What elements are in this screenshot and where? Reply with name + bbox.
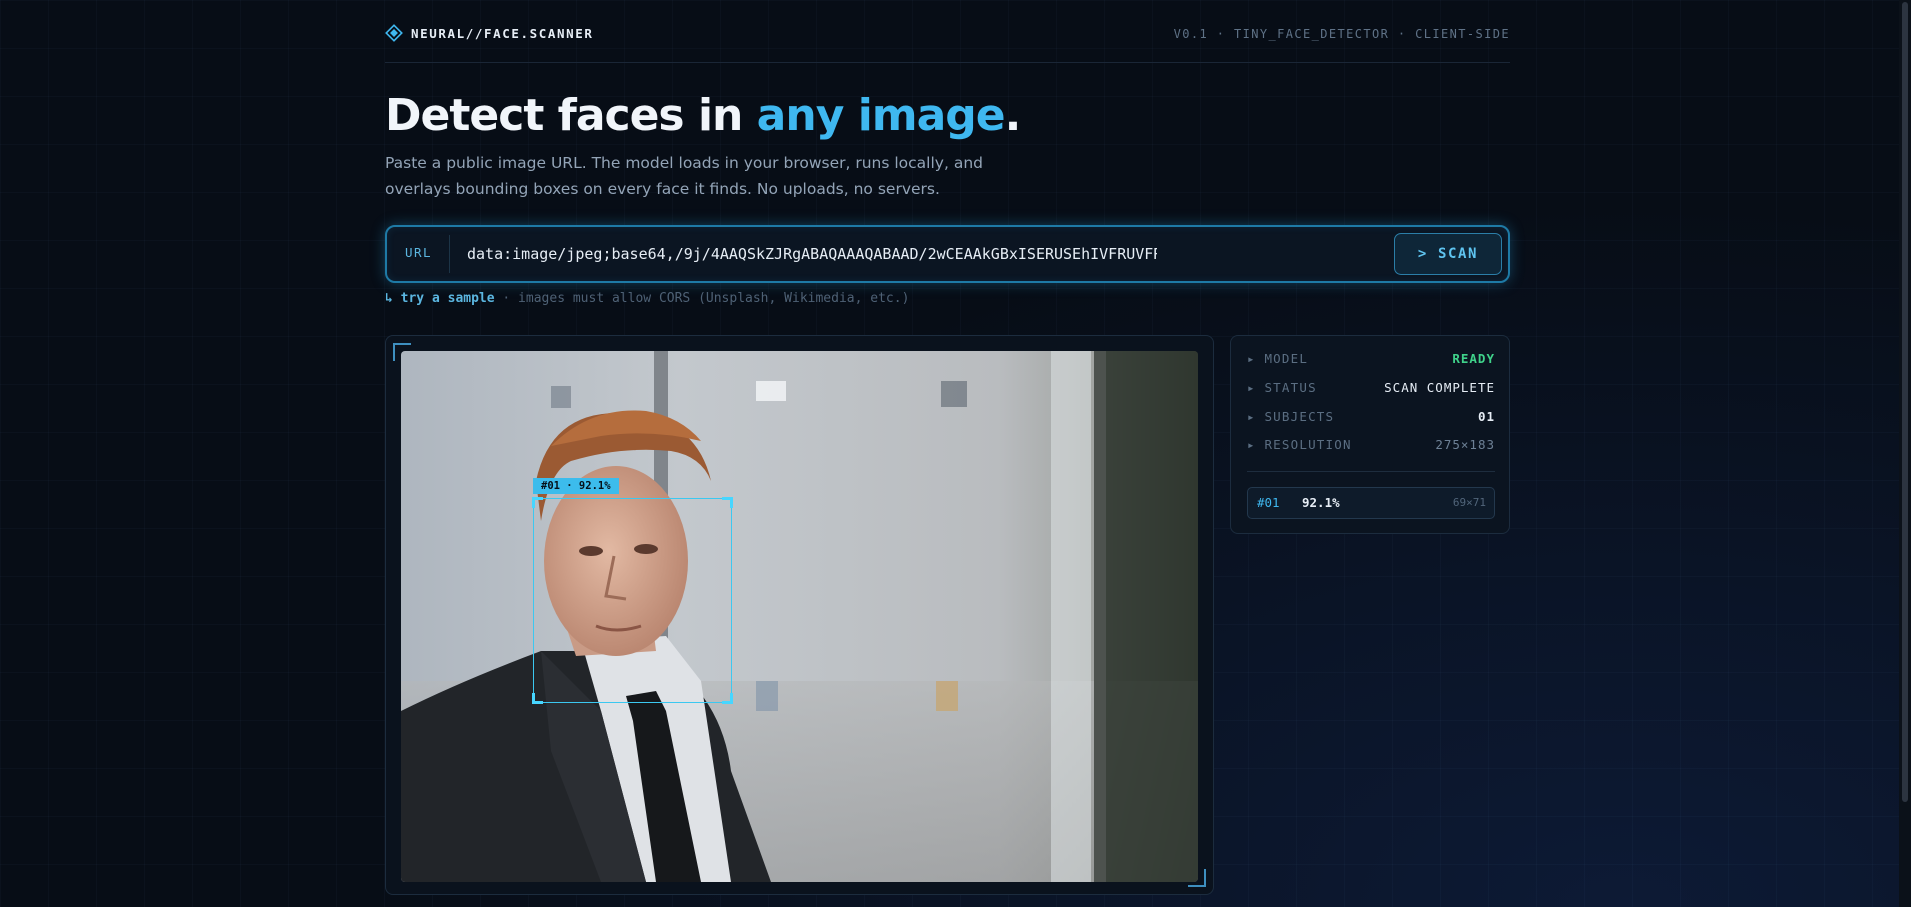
box-corner-icon bbox=[722, 693, 733, 704]
hint-line: ↳ try a sample · images must allow CORS … bbox=[385, 291, 909, 306]
detection-id: #01 bbox=[1257, 495, 1280, 510]
page-description: Paste a public image URL. The model load… bbox=[385, 154, 983, 198]
try-sample-link[interactable]: ↳ try a sample bbox=[385, 291, 495, 306]
stats-panel: ▸ MODEL READY ▸ STATUS SCAN COMPLETE ▸ S… bbox=[1230, 335, 1510, 534]
stat-key: ▸ RESOLUTION bbox=[1247, 437, 1352, 452]
page-scrollbar[interactable] bbox=[1899, 0, 1911, 907]
header-divider bbox=[385, 62, 1510, 63]
stats-divider bbox=[1247, 471, 1495, 472]
stat-status: ▸ STATUS SCAN COMPLETE bbox=[1247, 380, 1495, 398]
stat-key: ▸ SUBJECTS bbox=[1247, 409, 1335, 424]
stat-model: ▸ MODEL READY bbox=[1247, 351, 1495, 369]
scanned-image: #01 · 92.1% bbox=[401, 351, 1198, 882]
detection-item[interactable]: #01 92.1% 69×71 bbox=[1247, 487, 1495, 519]
stat-value: 01 bbox=[1477, 409, 1495, 424]
face-bounding-box[interactable] bbox=[532, 497, 733, 704]
brand-name: NEURAL//FACE.SCANNER bbox=[411, 25, 594, 41]
detection-confidence: 92.1% bbox=[1302, 495, 1340, 510]
url-separator bbox=[449, 235, 450, 273]
stat-key: ▸ STATUS bbox=[1247, 380, 1317, 395]
face-label-tag: #01 · 92.1% bbox=[533, 478, 619, 494]
page-title: Detect faces in any image. bbox=[385, 86, 1022, 146]
detection-size: 69×71 bbox=[1452, 496, 1486, 509]
box-corner-icon bbox=[532, 497, 543, 508]
brand[interactable]: NEURAL//FACE.SCANNER bbox=[385, 24, 594, 42]
url-input[interactable] bbox=[467, 240, 1157, 268]
stat-value: 275×183 bbox=[1435, 437, 1495, 452]
url-label: URL bbox=[405, 245, 433, 260]
title-end: . bbox=[1004, 90, 1022, 141]
stat-value: READY bbox=[1452, 351, 1495, 366]
title-main: Detect faces in bbox=[385, 90, 757, 141]
stat-resolution: ▸ RESOLUTION 275×183 bbox=[1247, 437, 1495, 455]
version-info: V0.1 · TINY_FACE_DETECTOR · CLIENT-SIDE bbox=[1173, 27, 1510, 41]
url-bar: URL > SCAN bbox=[385, 225, 1510, 283]
scrollbar-thumb[interactable] bbox=[1902, 2, 1908, 802]
scan-button[interactable]: > SCAN bbox=[1394, 233, 1502, 275]
image-panel: #01 · 92.1% bbox=[385, 335, 1214, 895]
stat-subjects: ▸ SUBJECTS 01 bbox=[1247, 409, 1495, 427]
cors-note: · images must allow CORS (Unsplash, Wiki… bbox=[494, 291, 910, 306]
app-container: NEURAL//FACE.SCANNER V0.1 · TINY_FACE_DE… bbox=[385, 0, 1510, 907]
top-bar: NEURAL//FACE.SCANNER V0.1 · TINY_FACE_DE… bbox=[385, 24, 1510, 46]
box-corner-icon bbox=[722, 497, 733, 508]
box-corner-icon bbox=[532, 693, 543, 704]
diamond-logo-icon bbox=[385, 24, 403, 42]
stat-value: SCAN COMPLETE bbox=[1384, 380, 1495, 395]
title-accent: any image bbox=[756, 90, 1006, 141]
stat-key: ▸ MODEL bbox=[1247, 351, 1309, 366]
